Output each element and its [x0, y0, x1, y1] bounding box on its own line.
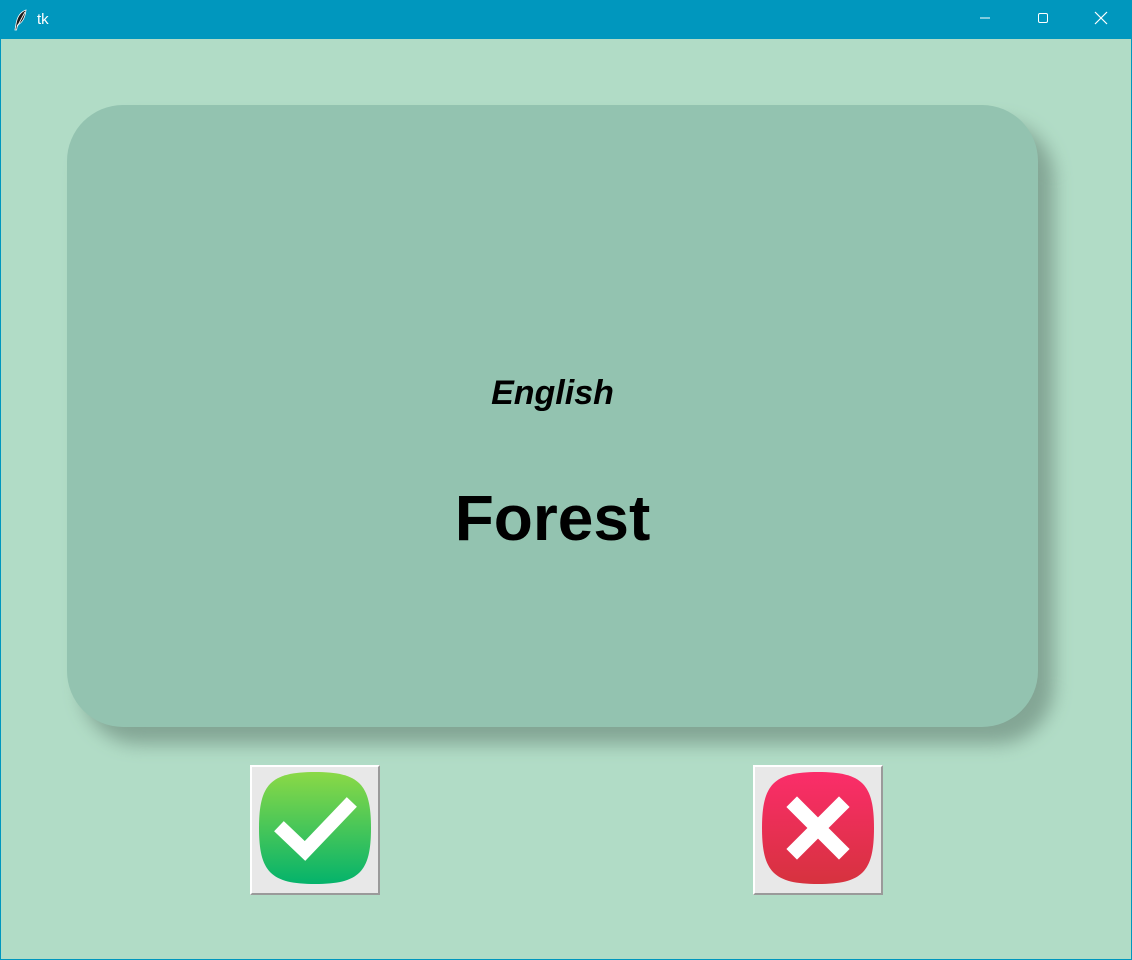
maximize-button[interactable] — [1014, 1, 1072, 39]
close-button[interactable] — [1072, 1, 1130, 39]
card-language-label: English — [491, 374, 614, 412]
title-bar[interactable]: tk — [1, 1, 1131, 39]
app-window: tk English Forest — [0, 0, 1132, 960]
minimize-icon — [979, 11, 991, 29]
minimize-button[interactable] — [956, 1, 1014, 39]
maximize-icon — [1037, 11, 1049, 29]
check-icon — [254, 767, 376, 894]
close-icon — [1094, 11, 1108, 30]
window-title: tk — [37, 11, 49, 28]
x-icon — [757, 767, 879, 894]
right-answer-button[interactable] — [250, 765, 380, 895]
flash-card: English Forest — [67, 105, 1038, 727]
wrong-answer-button[interactable] — [753, 765, 883, 895]
feather-icon — [13, 9, 29, 31]
card-word: Forest — [454, 482, 651, 554]
